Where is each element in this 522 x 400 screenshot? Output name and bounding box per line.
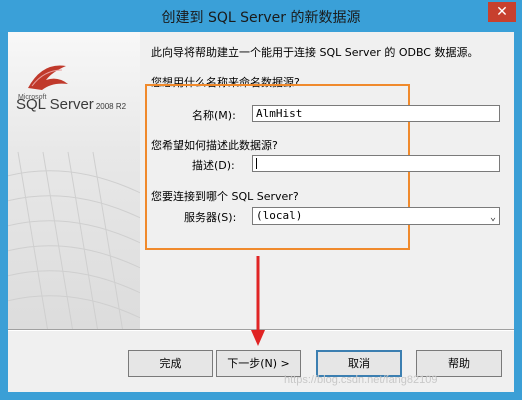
wizard-side-panel: Microsoft SQL Server 2008 R2 — [8, 32, 140, 330]
cancel-button[interactable]: 取消 — [316, 350, 402, 377]
dropdown-arrow-icon[interactable]: ⌄ — [490, 210, 496, 225]
window-title: 创建到 SQL Server 的新数据源 — [161, 10, 361, 26]
watermark: https://blog.csdn.net/fang82109 — [284, 374, 438, 386]
logo-version: 2008 R2 — [95, 102, 127, 111]
title-bar[interactable]: 创建到 SQL Server 的新数据源 ✕ — [0, 0, 522, 32]
server-select[interactable]: (local) ⌄ — [252, 207, 500, 225]
logo-product: SQL Server 2008 R2 — [16, 96, 126, 114]
sql-server-logo-icon — [28, 65, 68, 90]
dialog-window: 创建到 SQL Server 的新数据源 ✕ Microsoft SQL Ser… — [0, 0, 522, 400]
finish-button[interactable]: 完成 — [128, 350, 213, 377]
text-caret — [256, 158, 257, 169]
description-field[interactable] — [252, 155, 500, 172]
name-label: 名称(M): — [192, 109, 236, 122]
footer-separator — [8, 329, 514, 331]
logo-product-name: SQL Server — [16, 96, 94, 113]
server-label: 服务器(S): — [184, 211, 237, 224]
server-value: (local) — [256, 209, 303, 222]
name-field[interactable]: AlmHist — [252, 105, 500, 122]
close-button[interactable]: ✕ — [488, 2, 516, 22]
help-button[interactable]: 帮助 — [416, 350, 502, 377]
next-button[interactable]: 下一步(N) > — [216, 350, 301, 377]
intro-text: 此向导将帮助建立一个能用于连接 SQL Server 的 ODBC 数据源。 — [151, 46, 479, 59]
dialog-client-area: Microsoft SQL Server 2008 R2 此向导将帮助建立一个能用… — [8, 32, 514, 392]
question-description: 您希望如何描述此数据源? — [151, 139, 278, 152]
question-server: 您要连接到哪个 SQL Server? — [151, 190, 299, 203]
description-label: 描述(D): — [192, 159, 235, 172]
close-icon: ✕ — [496, 4, 508, 20]
